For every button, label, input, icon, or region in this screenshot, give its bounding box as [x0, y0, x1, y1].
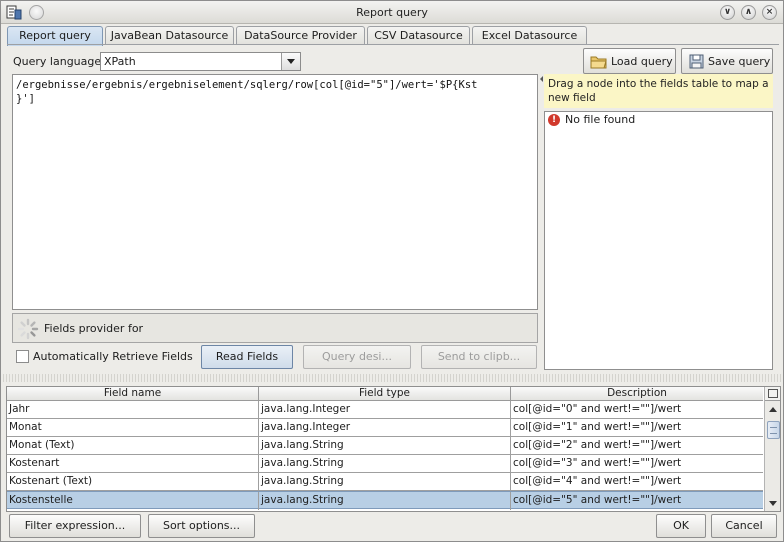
tab-csv-datasource[interactable]: CSV Datasource: [367, 26, 470, 45]
fields-provider-panel: Fields provider for: [12, 313, 538, 343]
tab-datasource-provider[interactable]: DataSource Provider: [236, 26, 365, 45]
field-type-cell[interactable]: java.lang.String: [259, 492, 511, 510]
auto-retrieve-label[interactable]: Automatically Retrieve Fields: [33, 350, 193, 363]
tab-divider: [7, 44, 779, 45]
table-row-selected[interactable]: Kostenstelle java.lang.String col[@id="5…: [7, 491, 763, 510]
field-name-cell[interactable]: Kostenart: [7, 455, 259, 473]
column-control-icon[interactable]: [765, 387, 780, 401]
table-row[interactable]: Monat java.lang.Integer col[@id="1" and …: [7, 419, 763, 437]
drag-hint: Drag a node into the fields table to map…: [544, 74, 773, 108]
no-file-message: No file found: [565, 113, 636, 126]
cancel-button[interactable]: Cancel: [711, 514, 777, 538]
field-type-cell[interactable]: java.lang.String: [259, 473, 511, 491]
horizontal-splitter[interactable]: [3, 374, 781, 382]
query-language-value: XPath: [104, 55, 136, 68]
field-name-cell[interactable]: Monat (Text): [7, 437, 259, 455]
table-row[interactable]: Kostenart java.lang.String col[@id="3" a…: [7, 455, 763, 473]
column-header-description[interactable]: Description: [511, 387, 763, 401]
scroll-down-arrow-icon[interactable]: [765, 495, 780, 511]
sort-options-button[interactable]: Sort options...: [148, 514, 255, 538]
error-icon: !: [548, 114, 560, 126]
window-title: Report query: [356, 6, 428, 19]
auto-retrieve-checkbox[interactable]: [16, 350, 29, 363]
column-header-field-type[interactable]: Field type: [259, 387, 511, 401]
field-type-cell[interactable]: java.lang.String: [259, 455, 511, 473]
minimize-button[interactable]: ∨: [720, 5, 735, 20]
query-designer-button[interactable]: Query desi...: [303, 345, 411, 369]
description-cell[interactable]: col[@id="2" and wert!=""]/wert: [511, 437, 763, 455]
field-name-cell[interactable]: Jahr: [7, 401, 259, 419]
description-cell[interactable]: col[@id="4" and wert!=""]/wert: [511, 473, 763, 491]
query-language-label: Query language: [13, 55, 102, 68]
read-fields-button[interactable]: Read Fields: [201, 345, 293, 369]
loading-spinner-icon: [17, 318, 39, 340]
table-header: Field name Field type Description: [7, 387, 763, 401]
table-row[interactable]: Kostenart (Text) java.lang.String col[@i…: [7, 473, 763, 491]
scroll-up-arrow-icon[interactable]: [765, 402, 780, 418]
description-cell[interactable]: col[@id="3" and wert!=""]/wert: [511, 455, 763, 473]
folder-icon: [590, 56, 607, 69]
tab-javabean-datasource[interactable]: JavaBean Datasource: [105, 26, 234, 45]
save-query-label: Save query: [708, 55, 771, 68]
field-type-cell[interactable]: java.lang.Integer: [259, 401, 511, 419]
column-header-field-name[interactable]: Field name: [7, 387, 259, 401]
tab-excel-datasource[interactable]: Excel Datasource: [472, 26, 587, 45]
save-disk-icon: [689, 54, 704, 69]
save-query-button[interactable]: Save query: [681, 48, 773, 74]
filter-expression-button[interactable]: Filter expression...: [9, 514, 141, 538]
report-query-dialog: Report query ∨ ∧ × Report query JavaBean…: [0, 0, 784, 542]
fields-table: Field name Field type Description Jahr j…: [6, 386, 781, 512]
field-name-cell[interactable]: Kostenart (Text): [7, 473, 259, 491]
field-name-cell[interactable]: Monat: [7, 419, 259, 437]
tab-report-query[interactable]: Report query: [7, 26, 103, 46]
field-type-cell[interactable]: java.lang.String: [259, 437, 511, 455]
table-row[interactable]: Monat (Text) java.lang.String col[@id="2…: [7, 437, 763, 455]
description-cell[interactable]: col[@id="1" and wert!=""]/wert: [511, 419, 763, 437]
send-to-clipboard-button[interactable]: Send to clipb...: [421, 345, 537, 369]
load-query-label: Load query: [611, 55, 673, 68]
ok-button[interactable]: OK: [656, 514, 706, 538]
fields-provider-label: Fields provider for: [44, 322, 144, 335]
query-text[interactable]: /ergebnisse/ergebnis/ergebniselement/sql…: [16, 78, 477, 106]
load-query-button[interactable]: Load query: [583, 48, 676, 74]
table-row[interactable]: Jahr java.lang.Integer col[@id="0" and w…: [7, 401, 763, 419]
close-button[interactable]: ×: [762, 5, 777, 20]
query-editor[interactable]: /ergebnisse/ergebnis/ergebniselement/sql…: [12, 74, 538, 310]
query-language-select[interactable]: XPath: [100, 52, 301, 71]
description-cell[interactable]: col[@id="0" and wert!=""]/wert: [511, 401, 763, 419]
description-cell[interactable]: col[@id="5" and wert!=""]/wert: [511, 492, 763, 510]
field-type-cell[interactable]: java.lang.Integer: [259, 419, 511, 437]
chevron-down-icon[interactable]: [281, 53, 300, 70]
document-tree[interactable]: ! No file found: [544, 111, 773, 370]
title-bar[interactable]: Report query ∨ ∧ ×: [1, 1, 783, 24]
scroll-thumb[interactable]: [767, 421, 780, 439]
splitter-arrow-icon[interactable]: [540, 76, 543, 82]
maximize-button[interactable]: ∧: [741, 5, 756, 20]
table-scrollbar[interactable]: [764, 387, 780, 511]
field-name-cell[interactable]: Kostenstelle: [7, 492, 259, 510]
